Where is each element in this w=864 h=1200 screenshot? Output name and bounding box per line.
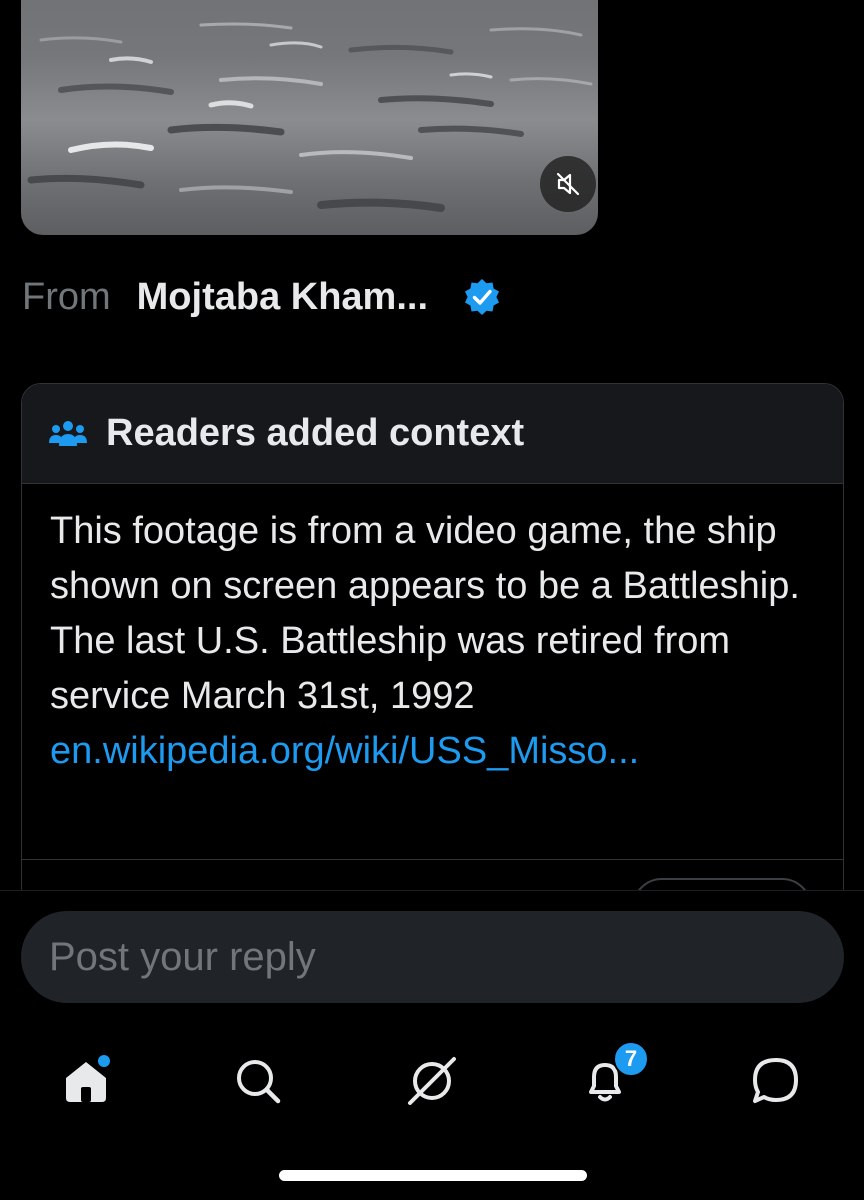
tab-notifications[interactable]: 7 — [565, 1031, 649, 1131]
mute-button[interactable] — [540, 156, 596, 212]
tab-grok[interactable] — [392, 1031, 472, 1131]
bottom-bar: Post your reply 7 — [0, 890, 864, 1200]
source-author-name[interactable]: Mojtaba Kham... — [137, 276, 428, 319]
tab-home[interactable] — [46, 1031, 126, 1131]
community-note-title: Readers added context — [106, 412, 525, 454]
community-note-text: This footage is from a video game, the s… — [50, 510, 800, 717]
tab-messages[interactable] — [736, 1031, 816, 1131]
people-icon — [49, 420, 87, 446]
verified-badge-icon — [465, 279, 500, 315]
tweet-video[interactable] — [21, 0, 598, 235]
community-note-header: Readers added context — [22, 384, 843, 484]
reply-input[interactable]: Post your reply — [21, 911, 844, 1003]
home-new-dot — [98, 1055, 110, 1067]
quote-source[interactable]: From Mojtaba Kham... — [22, 272, 502, 322]
from-label: From — [22, 275, 111, 318]
message-icon — [753, 1058, 798, 1103]
tab-bar: 7 — [0, 1031, 864, 1131]
tweet-detail-screen: From Mojtaba Kham... Readers added conte… — [0, 0, 864, 1200]
tab-search[interactable] — [218, 1031, 298, 1131]
notifications-badge: 7 — [613, 1041, 649, 1077]
community-note-divider — [22, 859, 843, 860]
home-indicator[interactable] — [279, 1170, 587, 1181]
community-note-body: This footage is from a video game, the s… — [22, 484, 843, 779]
community-note-link[interactable]: en.wikipedia.org/wiki/USS_Misso... — [50, 724, 815, 779]
grok-icon — [408, 1057, 456, 1105]
reply-placeholder: Post your reply — [49, 934, 316, 979]
video-frame-water — [27, 22, 593, 212]
search-icon — [237, 1060, 281, 1104]
speaker-muted-icon — [556, 172, 580, 196]
